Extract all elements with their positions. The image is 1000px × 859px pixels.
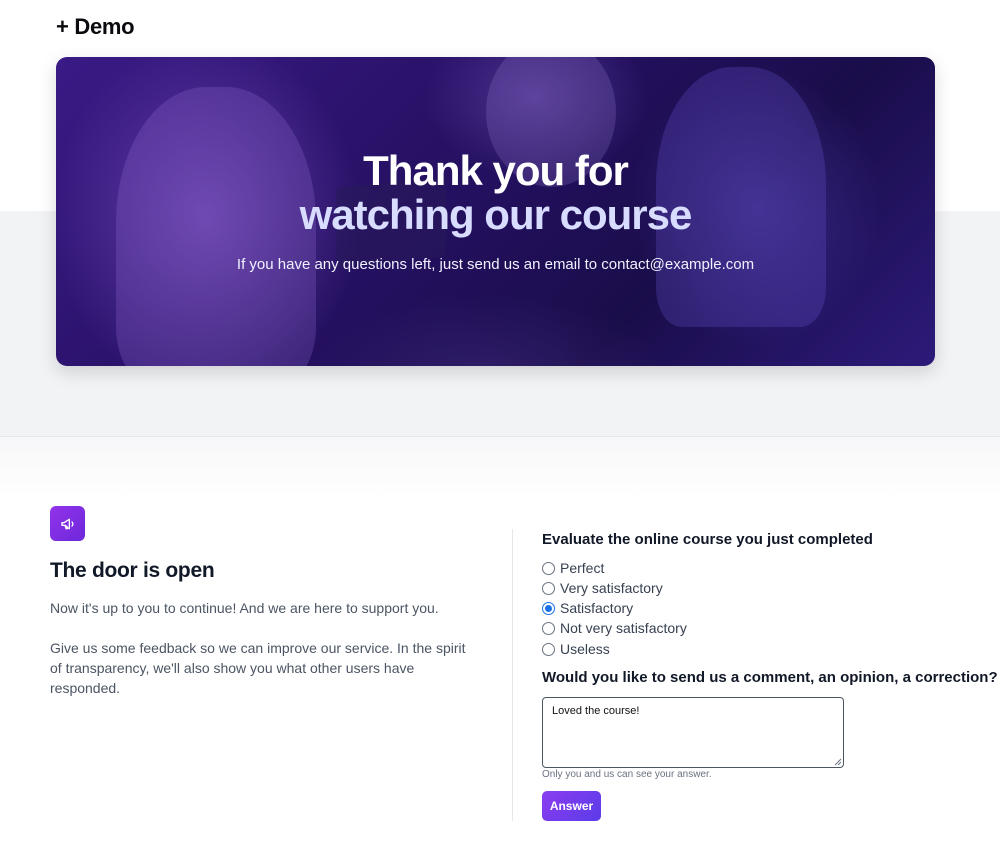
radio-option-not-very-satisfactory[interactable]: Not very satisfactory [542,620,687,636]
resize-grip-icon[interactable] [834,758,842,766]
privacy-hint: Only you and us can see your answer. [542,769,712,780]
section-title: The door is open [50,559,215,582]
section-paragraph-1: Now it's up to you to continue! And we a… [50,600,439,616]
radio-label[interactable]: Satisfactory [560,600,633,616]
radio-option-satisfactory[interactable]: Satisfactory [542,600,633,616]
radio-label[interactable]: Perfect [560,560,604,576]
site-logo[interactable]: + Demo [56,14,135,40]
hero-title: Thank you for watching our course [56,149,935,237]
hero-banner: Thank you for watching our course If you… [56,57,935,366]
hero-title-line1: Thank you for [363,147,629,194]
radio-option-very-satisfactory[interactable]: Very satisfactory [542,580,663,596]
survey-question: Evaluate the online course you just comp… [542,531,873,548]
background-fade [0,437,1000,497]
comment-textarea[interactable] [542,697,844,768]
answer-button[interactable]: Answer [542,791,601,821]
section-paragraph-2: Give us some feedback so we can improve … [50,640,466,696]
radio-label[interactable]: Useless [560,641,610,657]
hero-subtitle: If you have any questions left, just sen… [236,256,755,273]
column-divider [512,529,513,821]
radio-button[interactable] [542,561,555,575]
radio-button[interactable] [542,642,555,656]
hero-title-line2: watching our course [299,191,693,238]
megaphone-icon [50,506,85,541]
comment-question: Would you like to send us a comment, an … [542,669,998,686]
radio-option-useless[interactable]: Useless [542,641,610,657]
radio-button[interactable] [542,621,555,635]
radio-button-checked[interactable] [542,601,555,615]
radio-label[interactable]: Very satisfactory [560,580,663,596]
radio-button[interactable] [542,581,555,595]
radio-label[interactable]: Not very satisfactory [560,620,687,636]
radio-option-perfect[interactable]: Perfect [542,560,604,576]
